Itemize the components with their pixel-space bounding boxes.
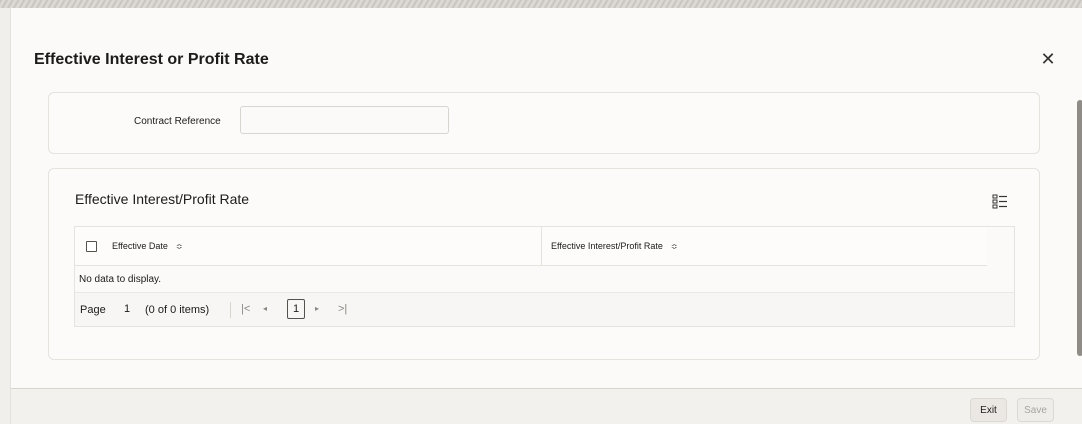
pagination-bar: Page 1 (0 of 0 items) |< ◂ 1 ▸ >| [75,292,1014,326]
grid-title: Effective Interest/Profit Rate [75,191,250,207]
last-page-icon[interactable]: >| [338,303,347,315]
effective-rate-panel: Effective Interest/Profit Rate Effective… [48,168,1040,360]
first-page-icon[interactable]: |< [241,303,250,315]
exit-button[interactable]: Exit [970,398,1007,422]
dialog-title: Effective Interest or Profit Rate [34,51,269,68]
close-icon[interactable]: ✕ [1039,50,1057,68]
effective-rate-table: Effective Date ≎ Effective Interest/Profi… [74,226,1015,327]
save-button[interactable]: Save [1017,398,1054,422]
pager-divider [230,302,231,318]
select-all-checkbox[interactable] [86,241,97,252]
table-header: Effective Date ≎ Effective Interest/Profi… [75,227,987,266]
column-header-label: Effective Interest/Profit Rate [551,241,663,251]
column-header-effective-rate[interactable]: Effective Interest/Profit Rate ≎ [551,241,678,251]
vertical-scrollbar[interactable] [1077,100,1082,356]
current-page-button[interactable]: 1 [287,299,305,319]
contract-reference-panel: Contract Reference [48,92,1040,154]
page-number-input[interactable]: 1 [117,299,137,319]
column-divider [541,227,542,266]
background-pattern-strip [0,0,1082,8]
column-header-label: Effective Date [112,241,168,251]
column-list-icon[interactable] [992,193,1008,209]
next-page-icon[interactable]: ▸ [315,304,319,313]
contract-reference-label: Contract Reference [134,116,221,127]
contract-reference-input[interactable] [240,106,449,134]
item-count: (0 of 0 items) [145,304,210,316]
dialog: Effective Interest or Profit Rate ✕ Cont… [10,8,1082,424]
dialog-footer: Exit Save [11,389,1082,424]
page-label: Page [80,304,106,316]
column-header-effective-date[interactable]: Effective Date ≎ [112,241,183,251]
empty-message: No data to display. [79,274,162,285]
sort-icon[interactable]: ≎ [671,242,678,251]
sort-icon[interactable]: ≎ [176,242,183,251]
previous-page-icon[interactable]: ◂ [263,304,267,313]
